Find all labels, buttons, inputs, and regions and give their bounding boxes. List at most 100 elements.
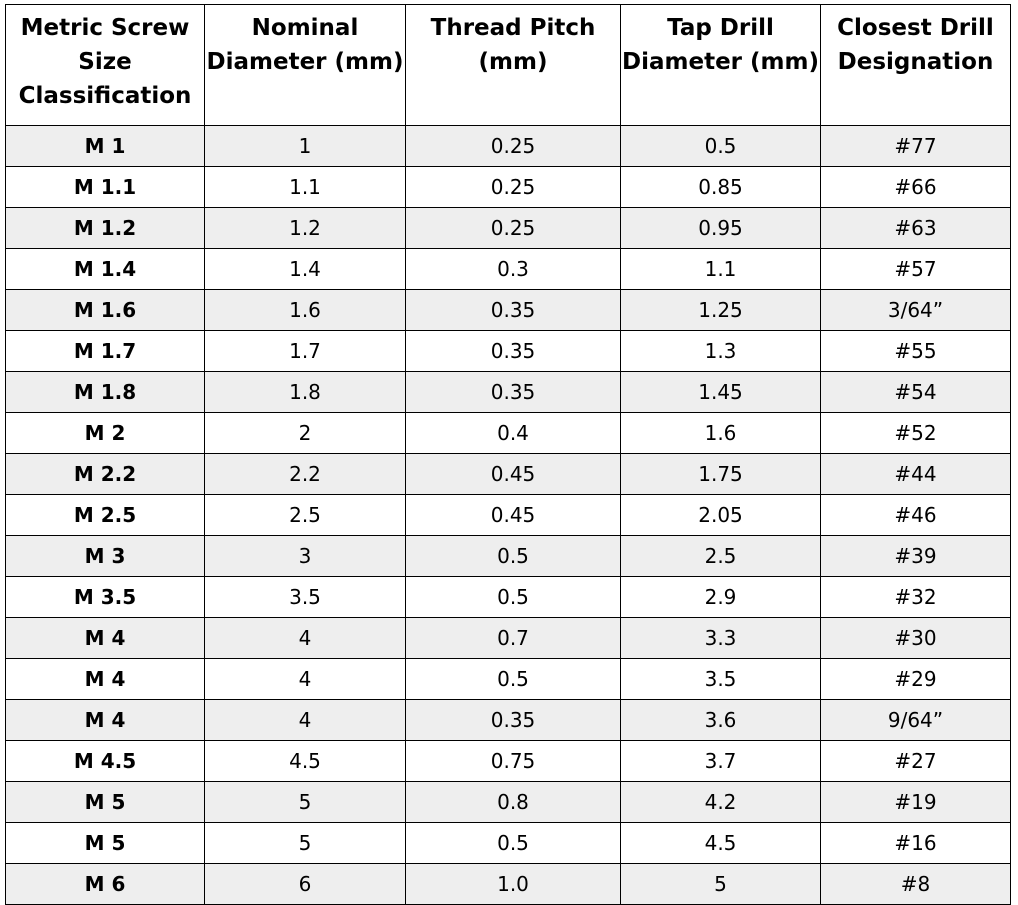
size-cell: M 4.5	[5, 740, 205, 782]
table-row: M 5 5 0.8 4.2 #19	[5, 781, 1011, 823]
drill-designation-cell: #19	[820, 781, 1011, 823]
size-cell: M 1.1	[5, 166, 205, 208]
nominal-diameter-cell: 4	[204, 658, 406, 700]
size-cell: M 1.6	[5, 289, 205, 331]
nominal-diameter-cell: 4	[204, 699, 406, 741]
table-row: M 1.7 1.7 0.35 1.3 #55	[5, 330, 1011, 372]
thread-pitch-cell: 0.3	[405, 248, 621, 290]
drill-designation-cell: #66	[820, 166, 1011, 208]
tap-drill-diameter-cell: 0.85	[620, 166, 821, 208]
nominal-diameter-cell: 1	[204, 125, 406, 167]
drill-designation-cell: #29	[820, 658, 1011, 700]
header-row: Metric Screw Size Classification Nominal…	[5, 4, 1011, 126]
nominal-diameter-cell: 1.7	[204, 330, 406, 372]
tap-drill-diameter-cell: 1.1	[620, 248, 821, 290]
drill-designation-cell: #57	[820, 248, 1011, 290]
drill-designation-cell: #63	[820, 207, 1011, 249]
thread-pitch-cell: 0.45	[405, 453, 621, 495]
table-row: M 1.2 1.2 0.25 0.95 #63	[5, 207, 1011, 249]
table-row: M 1.6 1.6 0.35 1.25 3/64”	[5, 289, 1011, 331]
thread-pitch-cell: 0.25	[405, 207, 621, 249]
drill-designation-cell: #44	[820, 453, 1011, 495]
header-nominal-diameter: Nominal Diameter (mm)	[204, 4, 406, 126]
drill-designation-cell: #77	[820, 125, 1011, 167]
table-row: M 4 4 0.35 3.6 9/64”	[5, 699, 1011, 741]
drill-designation-cell: #8	[820, 863, 1011, 905]
size-cell: M 4	[5, 658, 205, 700]
tap-drill-diameter-cell: 3.6	[620, 699, 821, 741]
size-cell: M 2	[5, 412, 205, 454]
thread-pitch-cell: 0.5	[405, 658, 621, 700]
size-cell: M 1.7	[5, 330, 205, 372]
thread-pitch-cell: 0.8	[405, 781, 621, 823]
thread-pitch-cell: 0.35	[405, 330, 621, 372]
drill-designation-cell: #27	[820, 740, 1011, 782]
drill-designation-cell: #39	[820, 535, 1011, 577]
nominal-diameter-cell: 3	[204, 535, 406, 577]
nominal-diameter-cell: 4.5	[204, 740, 406, 782]
header-tap-drill-diameter: Tap Drill Diameter (mm)	[620, 4, 821, 126]
nominal-diameter-cell: 2.5	[204, 494, 406, 536]
drill-designation-cell: #16	[820, 822, 1011, 864]
nominal-diameter-cell: 1.1	[204, 166, 406, 208]
nominal-diameter-cell: 1.2	[204, 207, 406, 249]
thread-pitch-cell: 0.5	[405, 535, 621, 577]
thread-pitch-cell: 0.35	[405, 289, 621, 331]
table-row: M 4 4 0.7 3.3 #30	[5, 617, 1011, 659]
tap-drill-diameter-cell: 3.7	[620, 740, 821, 782]
size-cell: M 3	[5, 535, 205, 577]
size-cell: M 3.5	[5, 576, 205, 618]
metric-tap-drill-table: Metric Screw Size Classification Nominal…	[5, 4, 1011, 905]
size-cell: M 4	[5, 617, 205, 659]
thread-pitch-cell: 1.0	[405, 863, 621, 905]
nominal-diameter-cell: 6	[204, 863, 406, 905]
size-cell: M 6	[5, 863, 205, 905]
tap-drill-diameter-cell: 1.45	[620, 371, 821, 413]
drill-designation-cell: #55	[820, 330, 1011, 372]
table-row: M 1.4 1.4 0.3 1.1 #57	[5, 248, 1011, 290]
thread-pitch-cell: 0.5	[405, 822, 621, 864]
drill-designation-cell: #32	[820, 576, 1011, 618]
table-row: M 2.5 2.5 0.45 2.05 #46	[5, 494, 1011, 536]
table-row: M 1.8 1.8 0.35 1.45 #54	[5, 371, 1011, 413]
header-size: Metric Screw Size Classification	[5, 4, 205, 126]
header-thread-pitch: Thread Pitch (mm)	[405, 4, 621, 126]
thread-pitch-cell: 0.25	[405, 125, 621, 167]
table-row: M 2 2 0.4 1.6 #52	[5, 412, 1011, 454]
drill-designation-cell: #52	[820, 412, 1011, 454]
size-cell: M 1.8	[5, 371, 205, 413]
nominal-diameter-cell: 5	[204, 822, 406, 864]
size-cell: M 1.4	[5, 248, 205, 290]
table-row: M 5 5 0.5 4.5 #16	[5, 822, 1011, 864]
thread-pitch-cell: 0.25	[405, 166, 621, 208]
nominal-diameter-cell: 5	[204, 781, 406, 823]
tap-drill-diameter-cell: 3.3	[620, 617, 821, 659]
table-row: M 1 1 0.25 0.5 #77	[5, 125, 1011, 167]
thread-pitch-cell: 0.45	[405, 494, 621, 536]
nominal-diameter-cell: 2	[204, 412, 406, 454]
size-cell: M 5	[5, 822, 205, 864]
tap-drill-diameter-cell: 0.5	[620, 125, 821, 167]
nominal-diameter-cell: 2.2	[204, 453, 406, 495]
tap-drill-diameter-cell: 1.3	[620, 330, 821, 372]
size-cell: M 4	[5, 699, 205, 741]
drill-designation-cell: 9/64”	[820, 699, 1011, 741]
tap-drill-diameter-cell: 2.05	[620, 494, 821, 536]
drill-designation-cell: #30	[820, 617, 1011, 659]
size-cell: M 1.2	[5, 207, 205, 249]
tap-drill-diameter-cell: 5	[620, 863, 821, 905]
size-cell: M 2.5	[5, 494, 205, 536]
size-cell: M 5	[5, 781, 205, 823]
table-row: M 3.5 3.5 0.5 2.9 #32	[5, 576, 1011, 618]
table-row: M 4.5 4.5 0.75 3.7 #27	[5, 740, 1011, 782]
thread-pitch-cell: 0.4	[405, 412, 621, 454]
size-cell: M 2.2	[5, 453, 205, 495]
thread-pitch-cell: 0.35	[405, 699, 621, 741]
tap-drill-diameter-cell: 1.25	[620, 289, 821, 331]
table-row: M 6 6 1.0 5 #8	[5, 863, 1011, 905]
thread-pitch-cell: 0.5	[405, 576, 621, 618]
tap-drill-diameter-cell: 0.95	[620, 207, 821, 249]
tap-drill-diameter-cell: 4.2	[620, 781, 821, 823]
tap-drill-diameter-cell: 1.75	[620, 453, 821, 495]
header-drill-designation: Closest Drill Designation	[820, 4, 1011, 126]
